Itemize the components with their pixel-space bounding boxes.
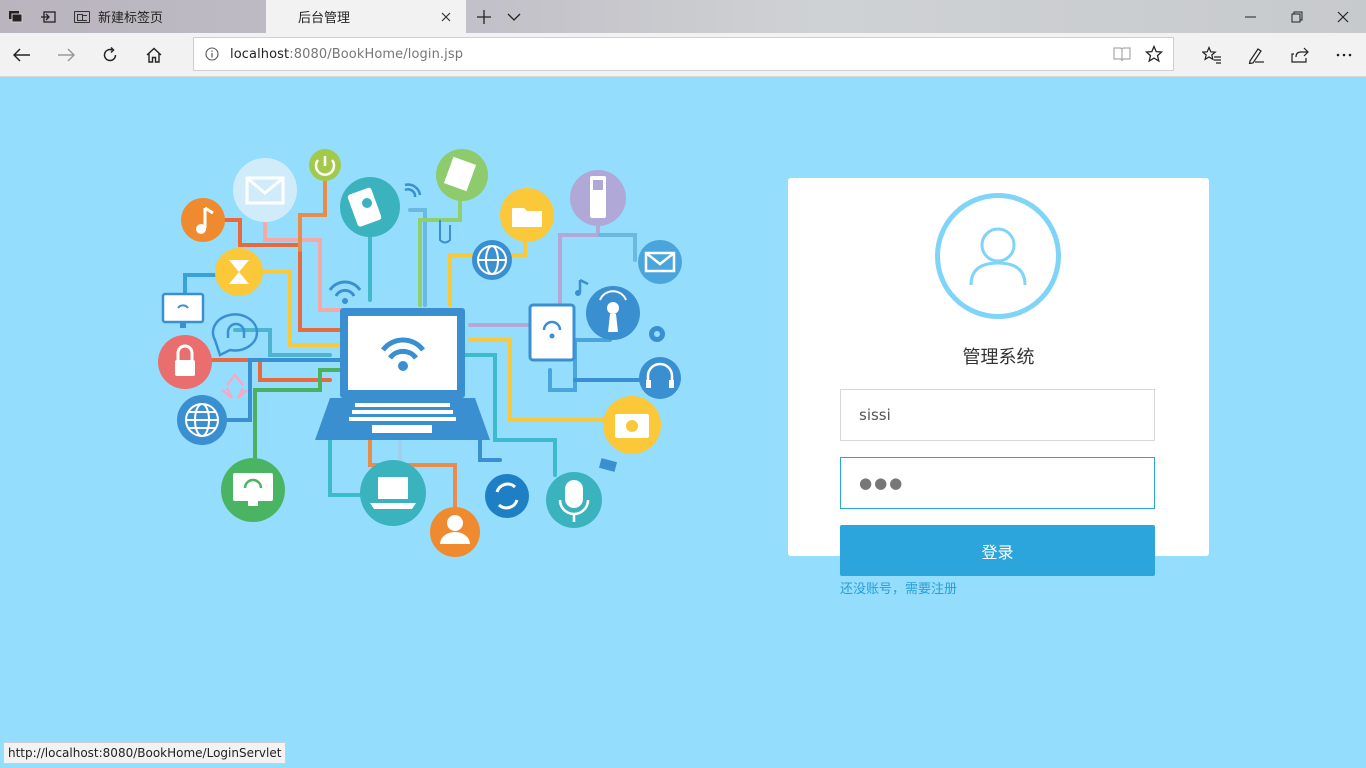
password-input[interactable]: ●●● bbox=[840, 457, 1155, 509]
tab-new-tab[interactable]: 新建标签页 bbox=[64, 0, 266, 33]
reading-view-icon[interactable] bbox=[1106, 38, 1138, 70]
tab-title: 新建标签页 bbox=[98, 11, 164, 26]
site-info-icon[interactable] bbox=[194, 38, 230, 70]
tab-admin[interactable]: 后台管理 bbox=[266, 0, 466, 33]
address-url[interactable]: localhost:8080/BookHome/login.jsp bbox=[230, 47, 463, 62]
user-icon bbox=[969, 227, 1027, 286]
tab-title: 后台管理 bbox=[298, 11, 351, 26]
url-path: :8080/BookHome/login.jsp bbox=[289, 46, 464, 62]
favorites-icon[interactable] bbox=[1190, 33, 1234, 77]
new-tab-page-icon bbox=[74, 10, 90, 23]
browser-tab-strip: 新建标签页 后台管理 bbox=[0, 0, 1366, 33]
network-illustration bbox=[158, 149, 682, 557]
username-input[interactable]: sissi bbox=[840, 389, 1155, 441]
password-value: ●●● bbox=[859, 474, 905, 492]
address-bar[interactable]: localhost:8080/BookHome/login.jsp bbox=[193, 37, 1174, 71]
minimize-icon[interactable] bbox=[1228, 0, 1274, 33]
share-icon[interactable] bbox=[1278, 33, 1322, 77]
url-host: localhost bbox=[230, 46, 290, 62]
more-icon[interactable] bbox=[1322, 33, 1366, 77]
star-icon[interactable] bbox=[1138, 38, 1170, 70]
username-value: sissi bbox=[859, 406, 891, 424]
tab-manager-icon[interactable] bbox=[0, 0, 32, 33]
status-bar-url: http://localhost:8080/BookHome/LoginServ… bbox=[3, 742, 287, 764]
back-icon[interactable] bbox=[0, 33, 44, 77]
restore-icon[interactable] bbox=[1274, 0, 1320, 33]
close-tab-icon[interactable] bbox=[436, 7, 456, 27]
register-link[interactable]: 还没账号，需要注册 bbox=[840, 578, 957, 597]
home-icon[interactable] bbox=[132, 33, 176, 77]
close-window-icon[interactable] bbox=[1320, 0, 1366, 33]
login-title: 管理系统 bbox=[962, 347, 1035, 368]
user-avatar bbox=[935, 193, 1061, 319]
set-aside-tabs-icon[interactable] bbox=[32, 0, 64, 33]
refresh-icon[interactable] bbox=[88, 33, 132, 77]
forward-icon[interactable] bbox=[44, 33, 88, 77]
browser-nav-bar: localhost:8080/BookHome/login.jsp bbox=[0, 33, 1366, 77]
pen-icon[interactable] bbox=[1234, 33, 1278, 77]
new-tab-icon[interactable] bbox=[470, 0, 498, 33]
chevron-down-icon[interactable] bbox=[500, 0, 528, 33]
login-button[interactable]: 登录 bbox=[840, 525, 1155, 576]
